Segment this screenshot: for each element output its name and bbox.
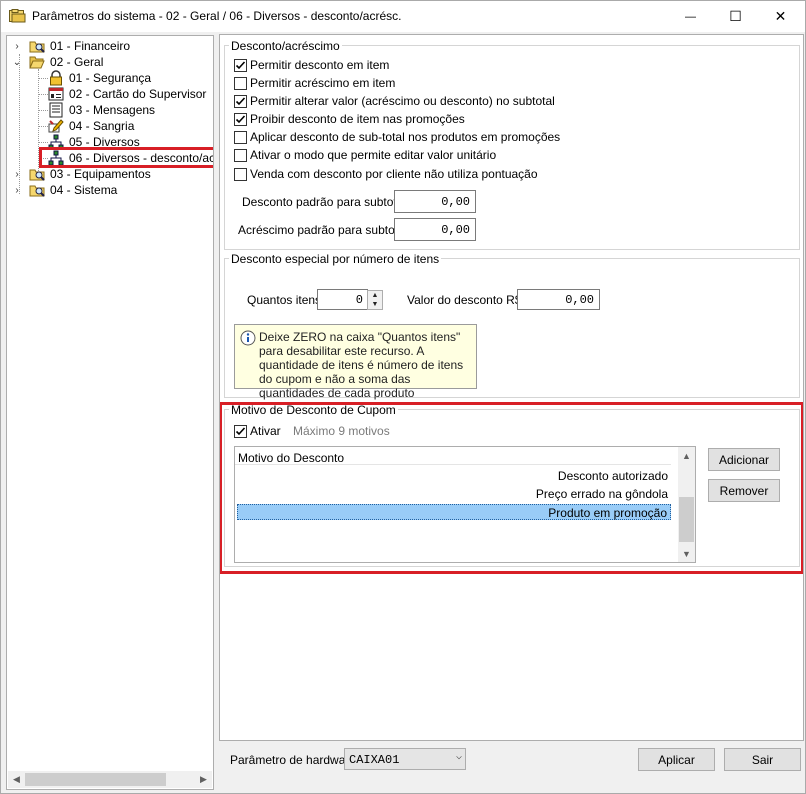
settings-panel: Desconto/acréscimo Permitir desconto em … (219, 34, 804, 741)
parameters-window: Parâmetros do sistema - 02 - Geral / 06 … (0, 0, 806, 794)
navigation-tree[interactable]: › 01 - Financeiro ⌄ 02 - Geral 01 - Segu… (6, 35, 214, 790)
quantity-field[interactable]: 0 (317, 289, 368, 310)
tree-item-label: 02 - Geral (50, 55, 104, 69)
tree-item-geral[interactable]: ⌄ 02 - Geral (11, 54, 104, 70)
folder-search-icon (29, 38, 45, 54)
discount-group-title: Desconto/acréscimo (229, 39, 342, 53)
scroll-right-icon[interactable]: ▶ (195, 771, 212, 788)
tree-item-label: 01 - Segurança (69, 71, 152, 85)
tree-item-label: 01 - Financeiro (50, 39, 131, 53)
tree-item-sistema[interactable]: › 04 - Sistema (11, 182, 118, 198)
option-label: Aplicar desconto de sub-total nos produt… (250, 130, 561, 144)
folder-open-icon (29, 54, 45, 70)
tree-item-mensagens[interactable]: 03 - Mensagens (48, 102, 156, 118)
option-label: Permitir desconto em item (250, 58, 390, 72)
tree-guide-line (38, 78, 48, 79)
checkbox-unchecked[interactable] (234, 167, 247, 181)
tree-item-cartao-supervisor[interactable]: 02 - Cartão do Supervisor (48, 86, 207, 102)
highlight-box (39, 147, 213, 168)
collapse-icon[interactable]: ⌄ (11, 56, 23, 68)
tree-item-sangria[interactable]: 04 - Sangria (48, 118, 135, 134)
expand-icon[interactable]: › (11, 168, 23, 180)
option-alterar-valor-subtotal[interactable]: Permitir alterar valor (acréscimo ou des… (234, 93, 555, 109)
option-label: Ativar o modo que permite editar valor u… (250, 148, 497, 162)
expand-icon[interactable]: › (11, 184, 23, 196)
option-nao-utiliza-pontuacao[interactable]: Venda com desconto por cliente não utili… (234, 166, 538, 182)
option-label: Permitir acréscimo em item (250, 76, 396, 90)
scroll-left-icon[interactable]: ◀ (8, 771, 25, 788)
option-permitir-desconto-item[interactable]: Permitir desconto em item (234, 57, 389, 73)
card-icon (48, 86, 64, 102)
tree-item-equipamentos[interactable]: › 03 - Equipamentos (11, 166, 152, 182)
discount-value-label: Valor do desconto R$ (407, 293, 522, 307)
option-aplicar-desconto-subtotal[interactable]: Aplicar desconto de sub-total nos produt… (234, 129, 560, 145)
checkbox-checked[interactable] (234, 58, 247, 72)
option-editar-valor-unitario[interactable]: Ativar o modo que permite editar valor u… (234, 147, 496, 163)
checkbox-checked[interactable] (234, 112, 247, 126)
spin-down-icon[interactable]: ▼ (368, 300, 382, 309)
tree-horizontal-scrollbar[interactable]: ◀ ▶ (8, 771, 212, 788)
tree-item-label: 03 - Mensagens (69, 103, 156, 117)
default-discount-field[interactable]: 0,00 (394, 190, 476, 213)
chevron-down-icon: ⌵ (455, 752, 462, 763)
folder-search-icon (29, 166, 45, 182)
option-proibir-desconto-promocoes[interactable]: Proibir desconto de item nas promoções (234, 111, 465, 127)
tree-item-label: 02 - Cartão do Supervisor (69, 87, 207, 101)
option-label: Permitir alterar valor (acréscimo ou des… (250, 94, 555, 108)
apply-button[interactable]: Aplicar (638, 748, 715, 771)
default-discount-label: Desconto padrão para subtotal (242, 195, 407, 209)
quantity-spinner[interactable]: ▲ ▼ (367, 290, 383, 310)
minimize-button[interactable]: — (668, 1, 713, 32)
spin-up-icon[interactable]: ▲ (368, 291, 382, 300)
special-discount-group-title: Desconto especial por número de itens (229, 252, 442, 266)
folder-search-icon (29, 182, 45, 198)
option-label: Venda com desconto por cliente não utili… (250, 167, 538, 181)
exit-button[interactable]: Sair (724, 748, 801, 771)
maximize-button[interactable]: ☐ (713, 1, 758, 32)
tree-item-label: 04 - Sangria (69, 119, 135, 133)
tree-item-label: 04 - Sistema (50, 183, 118, 197)
hardware-parameter-select[interactable]: CAIXA01 ⌵ (344, 748, 466, 770)
info-tooltip: Deixe ZERO na caixa "Quantos itens" para… (234, 324, 477, 400)
option-label: Proibir desconto de item nas promoções (250, 112, 465, 126)
lock-icon (48, 70, 64, 86)
option-permitir-acrescimo-item[interactable]: Permitir acréscimo em item (234, 75, 395, 91)
info-icon (240, 330, 256, 346)
window-title: Parâmetros do sistema - 02 - Geral / 06 … (32, 9, 402, 23)
checkbox-unchecked[interactable] (234, 130, 247, 144)
checkbox-unchecked[interactable] (234, 148, 247, 162)
checkbox-unchecked[interactable] (234, 76, 247, 90)
highlight-box (220, 402, 803, 574)
tree-guide-line (38, 94, 48, 95)
tree-guide-line (38, 126, 48, 127)
discount-value-field[interactable]: 0,00 (517, 289, 600, 310)
hardware-parameter-value: CAIXA01 (349, 753, 400, 767)
default-surcharge-field[interactable]: 0,00 (394, 218, 476, 241)
expand-icon[interactable]: › (11, 40, 23, 52)
close-button[interactable]: ✕ (758, 1, 803, 32)
tree-item-label: 03 - Equipamentos (50, 167, 151, 181)
maximize-icon: ☐ (729, 8, 742, 24)
checkbox-checked[interactable] (234, 94, 247, 108)
scroll-thumb[interactable] (25, 773, 166, 786)
title-bar: Parâmetros do sistema - 02 - Geral / 06 … (1, 1, 805, 32)
tree-item-seguranca[interactable]: 01 - Segurança (48, 70, 152, 86)
close-icon: ✕ (774, 8, 787, 24)
minimize-icon: — (685, 10, 696, 23)
app-icon (9, 9, 26, 23)
hardware-parameter-label: Parâmetro de hardware (230, 753, 357, 767)
default-surcharge-label: Acréscimo padrão para subtotal (238, 223, 408, 237)
edit-icon (48, 118, 64, 134)
tree-guide-line (38, 110, 48, 111)
document-icon (48, 102, 64, 118)
quantity-label: Quantos itens (247, 293, 322, 307)
tree-item-financeiro[interactable]: › 01 - Financeiro (11, 38, 131, 54)
tree-guide-line (38, 142, 48, 143)
